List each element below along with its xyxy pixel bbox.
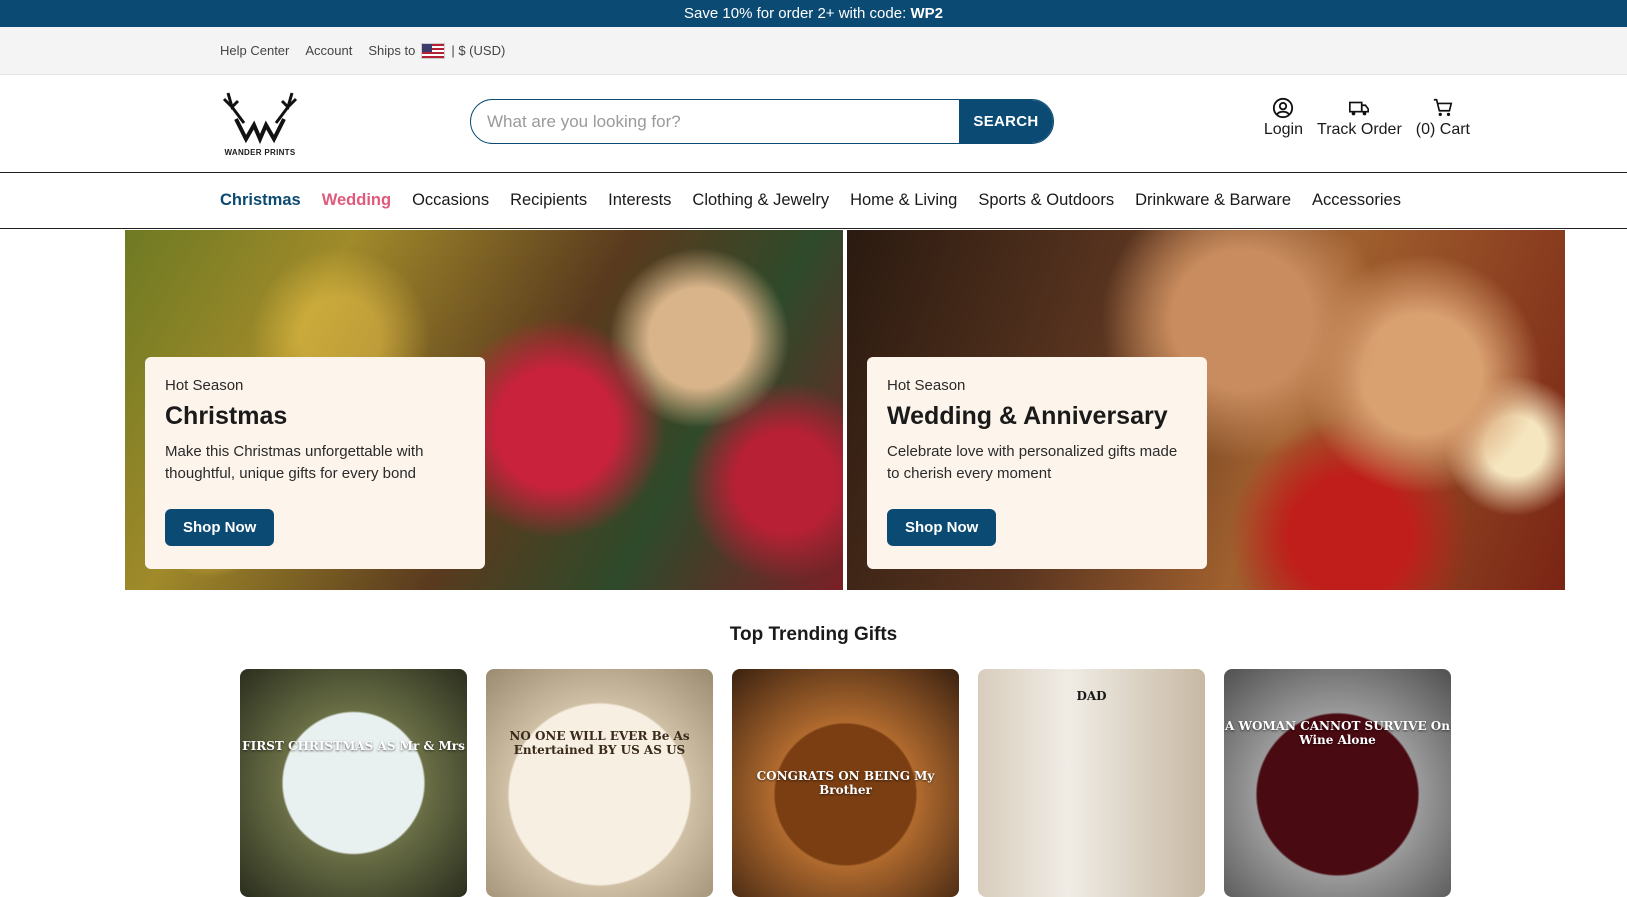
currency-label: | $ (USD) — [451, 43, 506, 58]
nav-item-clothing-jewelry[interactable]: Clothing & Jewelry — [692, 191, 829, 210]
search-bar: SEARCH — [470, 99, 1054, 144]
wedding-description: Celebrate love with personalized gifts m… — [887, 443, 1178, 482]
christmas-eyebrow: Hot Season — [165, 377, 244, 394]
cart-button[interactable]: (0) Cart — [1416, 97, 1470, 139]
promo-bar: Save 10% for order 2+ with code: WP2 — [0, 0, 1627, 27]
christmas-description: Make this Christmas unforgettable with t… — [165, 443, 424, 482]
header-actions: Login Track Order (0) Cart — [1264, 97, 1470, 139]
nav-item-sports-outdoors[interactable]: Sports & Outdoors — [978, 191, 1114, 210]
truck-icon — [1349, 101, 1370, 116]
product-caption: DAD — [1076, 689, 1107, 703]
product-card[interactable]: CONGRATS ON BEING My Brother — [732, 669, 959, 897]
utility-bar: Help Center Account Ships to | $ (USD) — [0, 27, 1627, 75]
christmas-shop-now-button[interactable]: Shop Now — [165, 509, 275, 546]
product-card[interactable]: FIRST CHRISTMAS AS Mr & Mrs — [240, 669, 467, 897]
user-icon — [1273, 97, 1294, 119]
christmas-card: Hot Season Christmas Make this Christmas… — [145, 357, 485, 569]
nav-item-home-living[interactable]: Home & Living — [850, 191, 957, 210]
ships-to-label: Ships to — [368, 43, 416, 58]
product-card[interactable]: NO ONE WILL EVER Be As Entertained BY US… — [486, 669, 713, 897]
cart-label: (0) Cart — [1415, 121, 1470, 138]
wedding-banner[interactable]: Hot Season Wedding & Anniversary Celebra… — [847, 230, 1565, 590]
login-button[interactable]: Login — [1264, 97, 1303, 139]
wedding-title: Wedding & Anniversary — [887, 402, 1168, 430]
site-logo[interactable]: WANDER PRINTS — [218, 89, 302, 157]
nav-item-wedding[interactable]: Wedding — [322, 191, 391, 210]
promo-text: Save 10% for order 2+ with code: — [684, 5, 911, 22]
product-caption: A WOMAN CANNOT SURVIVE On Wine Alone — [1225, 719, 1450, 747]
main-nav: Christmas Wedding Occasions Recipients I… — [0, 173, 1627, 229]
login-label: Login — [1263, 121, 1304, 138]
search-input[interactable] — [471, 100, 959, 143]
trending-title: Top Trending Gifts — [729, 624, 898, 645]
help-center-link[interactable]: Help Center — [220, 43, 289, 58]
antler-logo-icon — [222, 92, 298, 145]
track-order-label: Track Order — [1317, 121, 1402, 138]
account-link[interactable]: Account — [305, 43, 352, 58]
product-caption: CONGRATS ON BEING My Brother — [756, 769, 935, 797]
wedding-shop-now-button[interactable]: Shop Now — [887, 509, 997, 546]
nav-item-interests[interactable]: Interests — [608, 191, 671, 210]
search-button[interactable]: SEARCH — [959, 100, 1053, 143]
nav-item-christmas[interactable]: Christmas — [220, 191, 301, 210]
trending-products: FIRST CHRISTMAS AS Mr & Mrs NO ONE WILL … — [240, 669, 1451, 897]
christmas-banner[interactable]: Hot Season Christmas Make this Christmas… — [125, 230, 843, 590]
product-caption: FIRST CHRISTMAS AS Mr & Mrs — [242, 739, 465, 753]
nav-item-occasions[interactable]: Occasions — [412, 191, 489, 210]
product-caption: NO ONE WILL EVER Be As Entertained BY US… — [509, 729, 690, 757]
wedding-eyebrow: Hot Season — [887, 377, 966, 394]
logo-text: WANDER PRINTS — [224, 148, 296, 157]
nav-item-drinkware-barware[interactable]: Drinkware & Barware — [1135, 191, 1291, 210]
cart-icon — [1433, 98, 1453, 117]
us-flag-icon — [421, 42, 446, 59]
christmas-title: Christmas — [165, 402, 288, 430]
ships-to-selector[interactable]: Ships to | $ (USD) — [368, 42, 506, 59]
nav-item-recipients[interactable]: Recipients — [510, 191, 587, 210]
product-card[interactable]: DAD — [978, 669, 1205, 897]
nav-item-accessories[interactable]: Accessories — [1312, 191, 1401, 210]
promo-code: WP2 — [910, 5, 943, 22]
hero-banners: Hot Season Christmas Make this Christmas… — [125, 230, 1565, 590]
site-header: WANDER PRINTS SEARCH Login Track Order (… — [0, 75, 1627, 173]
wedding-card: Hot Season Wedding & Anniversary Celebra… — [867, 357, 1207, 569]
track-order-button[interactable]: Track Order — [1317, 97, 1402, 139]
product-card[interactable]: A WOMAN CANNOT SURVIVE On Wine Alone — [1224, 669, 1451, 897]
